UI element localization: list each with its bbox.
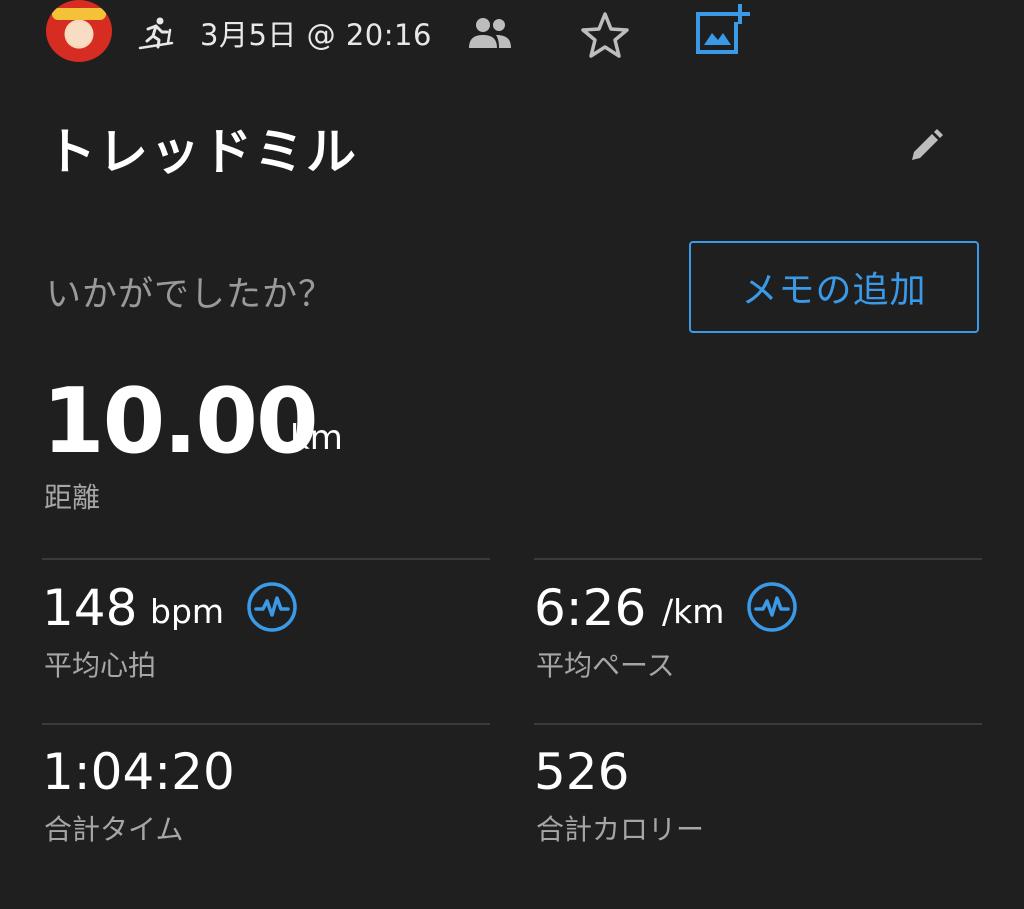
avg-heart-rate-value: 148	[42, 579, 138, 637]
page-title: トレッドミル	[46, 123, 358, 181]
people-icon[interactable]	[466, 16, 514, 50]
total-time-value: 1:04:20	[42, 743, 235, 801]
total-calories-label: 合計カロリー	[536, 813, 705, 846]
add-memo-button[interactable]: メモの追加	[689, 241, 979, 333]
activity-date-time: 3月5日 @ 20:16	[200, 18, 432, 52]
pace-chart-icon[interactable]	[746, 581, 798, 633]
distance-value: 10.00	[42, 369, 319, 474]
avg-pace-unit: /km	[662, 592, 725, 631]
treadmill-running-icon	[138, 17, 174, 50]
avg-pace-value: 6:26	[534, 579, 647, 637]
heart-rate-chart-icon[interactable]	[246, 581, 298, 633]
divider	[42, 558, 490, 560]
avg-heart-rate-label: 平均心拍	[44, 649, 157, 682]
distance-label: 距離	[44, 481, 101, 514]
total-calories-value: 526	[534, 743, 630, 801]
total-time-label: 合計タイム	[44, 813, 184, 846]
how-was-it-prompt: いかがでしたか？	[46, 275, 335, 315]
avg-pace-label: 平均ペース	[536, 649, 675, 682]
avatar[interactable]	[46, 0, 112, 62]
add-photo-icon[interactable]	[692, 2, 750, 56]
divider	[534, 558, 982, 560]
star-icon[interactable]	[578, 10, 632, 60]
divider	[42, 723, 490, 725]
edit-pencil-icon[interactable]	[904, 126, 946, 168]
distance-unit: km	[290, 418, 343, 458]
divider	[534, 723, 982, 725]
avg-heart-rate-unit: bpm	[150, 592, 225, 631]
